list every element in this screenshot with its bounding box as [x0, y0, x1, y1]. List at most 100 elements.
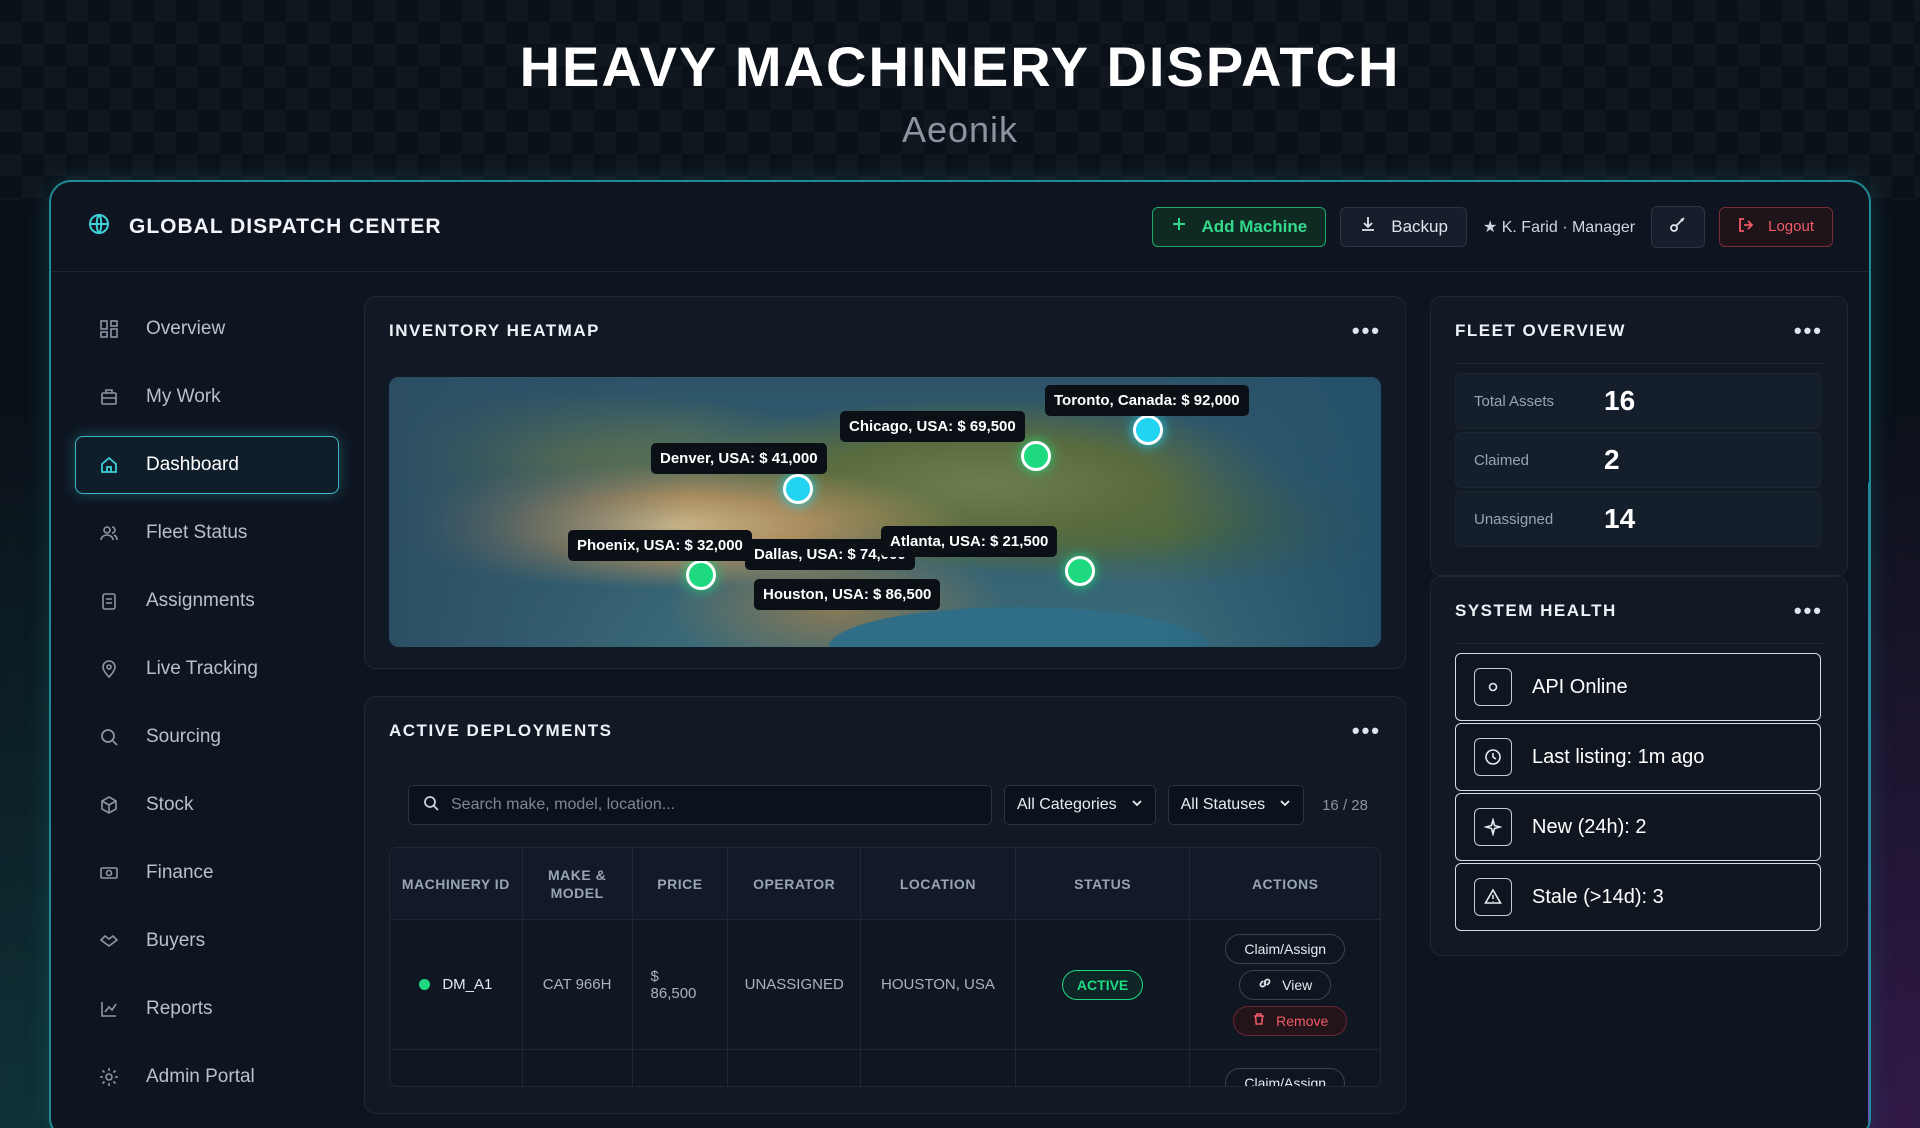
claim-assign-button[interactable]: Claim/Assign: [1225, 1068, 1346, 1086]
column-header[interactable]: LOCATION: [861, 848, 1016, 919]
remove-button[interactable]: Remove: [1233, 1005, 1348, 1036]
sidebar-item-dashboard[interactable]: Dashboard: [75, 436, 339, 494]
price-value: 86,500: [650, 984, 697, 1002]
marker-label-chicago: Chicago, USA: $ 69,500: [840, 411, 1025, 442]
top-bar: GLOBAL DISPATCH CENTER Add Machine Backu…: [51, 182, 1869, 272]
briefcase-icon: [98, 386, 120, 408]
users-icon: [98, 522, 120, 544]
column-header[interactable]: STATUS: [1016, 848, 1191, 919]
logout-button[interactable]: Logout: [1719, 206, 1833, 247]
category-select[interactable]: All Categories: [1004, 785, 1156, 825]
health-last-listing: Last listing: 1m ago: [1455, 723, 1821, 791]
map-pin-atlanta[interactable]: [1065, 556, 1095, 586]
banknote-icon: [98, 862, 120, 884]
marker-label-denver: Denver, USA: $ 41,000: [651, 443, 827, 474]
health-api-status: API Online: [1455, 653, 1821, 721]
more-icon[interactable]: •••: [1352, 718, 1381, 744]
stat-total-assets: Total Assets 16: [1455, 373, 1821, 429]
sidebar-item-live-tracking[interactable]: Live Tracking: [75, 640, 339, 698]
card-title: SYSTEM HEALTH: [1455, 601, 1617, 620]
sidebar: Overview My Work Dashboard Fleet Status …: [75, 300, 339, 1116]
health-stale: Stale (>14d): 3: [1455, 863, 1821, 931]
card-title: FLEET OVERVIEW: [1455, 321, 1626, 340]
key-button[interactable]: [1651, 205, 1706, 248]
sidebar-item-stock[interactable]: Stock: [75, 776, 339, 834]
brand: GLOBAL DISPATCH CENTER: [87, 212, 442, 241]
stat-claimed: Claimed 2: [1455, 432, 1821, 488]
column-header[interactable]: ACTIONS: [1190, 848, 1380, 919]
map-pin-phoenix[interactable]: [686, 560, 716, 590]
sidebar-item-label: My Work: [146, 386, 221, 407]
more-icon[interactable]: •••: [1352, 318, 1381, 344]
sidebar-item-fleet-status[interactable]: Fleet Status: [75, 504, 339, 562]
search-input[interactable]: Search make, model, location...: [408, 785, 992, 825]
system-health-card: SYSTEM HEALTH ••• API Online Last listin…: [1430, 576, 1848, 956]
handshake-icon: [98, 930, 120, 952]
stat-label: Claimed: [1474, 451, 1530, 469]
more-icon[interactable]: •••: [1794, 318, 1823, 344]
status-select[interactable]: All Statuses: [1167, 785, 1305, 825]
table-row[interactable]: DM_A1 CAT 966H $ 86,500 UNASSIGNED HOUST…: [390, 920, 1380, 1050]
category-select-value: All Categories: [1017, 796, 1117, 813]
sidebar-item-label: Stock: [146, 794, 194, 815]
download-icon: [1359, 215, 1377, 238]
claim-assign-button[interactable]: Claim/Assign: [1225, 933, 1346, 964]
card-header: ACTIVE DEPLOYMENTS •••: [365, 697, 1405, 765]
map-pin-chicago[interactable]: [1021, 441, 1051, 471]
warning-icon: [1474, 878, 1512, 916]
divider: [1455, 643, 1823, 644]
search-placeholder: Search make, model, location...: [451, 796, 676, 813]
empty-cell: [633, 1050, 729, 1086]
health-label: Stale (>14d): 3: [1532, 885, 1664, 908]
sidebar-item-overview[interactable]: Overview: [75, 300, 339, 358]
inventory-heatmap-card: INVENTORY HEATMAP ••• Toronto, Canada: $…: [364, 296, 1406, 669]
search-icon: [423, 795, 439, 816]
sidebar-item-admin-portal[interactable]: Admin Portal: [75, 1048, 339, 1106]
marker-label-phoenix: Phoenix, USA: $ 32,000: [568, 530, 752, 561]
stat-value: 2: [1604, 444, 1620, 475]
sidebar-item-label: Fleet Status: [146, 522, 248, 543]
location-cell: HOUSTON, USA: [861, 920, 1016, 1049]
marker-label-atlanta: Atlanta, USA: $ 21,500: [881, 526, 1058, 557]
sidebar-item-label: Reports: [146, 998, 213, 1019]
backup-button[interactable]: Backup: [1340, 206, 1467, 247]
map-pin-denver[interactable]: [783, 474, 813, 504]
sidebar-item-label: Live Tracking: [146, 658, 258, 679]
column-header[interactable]: MAKE & MODEL: [523, 848, 633, 919]
empty-cell: [728, 1050, 862, 1086]
health-label: API Online: [1532, 675, 1628, 698]
link-icon: [1258, 976, 1272, 993]
fleet-overview-card: FLEET OVERVIEW ••• Total Assets 16 Claim…: [1430, 296, 1848, 576]
sidebar-item-sourcing[interactable]: Sourcing: [75, 708, 339, 766]
column-header[interactable]: MACHINERY ID: [390, 848, 523, 919]
more-icon[interactable]: •••: [1794, 598, 1823, 624]
table-row[interactable]: Claim/Assign: [390, 1050, 1380, 1086]
grid-icon: [98, 318, 120, 340]
map-pin-toronto[interactable]: [1133, 415, 1163, 445]
sidebar-item-label: Finance: [146, 862, 214, 883]
status-cell: ACTIVE: [1016, 920, 1191, 1049]
card-title: ACTIVE DEPLOYMENTS: [389, 721, 613, 740]
heatmap-map[interactable]: Toronto, Canada: $ 92,000 Chicago, USA: …: [389, 377, 1381, 647]
hero-title: HEAVY MACHINERY DISPATCH: [519, 35, 1401, 98]
divider: [1455, 363, 1823, 364]
online-dot-icon: [419, 979, 431, 990]
sidebar-item-reports[interactable]: Reports: [75, 980, 339, 1038]
circle-icon: [1474, 668, 1512, 706]
sidebar-item-finance[interactable]: Finance: [75, 844, 339, 902]
sidebar-item-buyers[interactable]: Buyers: [75, 912, 339, 970]
map-pin-icon: [98, 658, 120, 680]
column-header[interactable]: OPERATOR: [728, 848, 862, 919]
add-machine-button[interactable]: Add Machine: [1152, 206, 1327, 247]
view-label: View: [1282, 976, 1313, 993]
sidebar-item-assignments[interactable]: Assignments: [75, 572, 339, 630]
filter-bar: Search make, model, location... All Cate…: [408, 785, 1381, 825]
trash-icon: [1252, 1012, 1266, 1029]
card-header: INVENTORY HEATMAP •••: [365, 297, 1405, 365]
empty-cell: [390, 1050, 523, 1086]
view-button[interactable]: View: [1239, 969, 1332, 1000]
column-header[interactable]: PRICE: [633, 848, 729, 919]
sidebar-item-my-work[interactable]: My Work: [75, 368, 339, 426]
model-cell: CAT 966H: [523, 920, 633, 1049]
actions-cell: Claim/Assign: [1190, 1050, 1380, 1086]
